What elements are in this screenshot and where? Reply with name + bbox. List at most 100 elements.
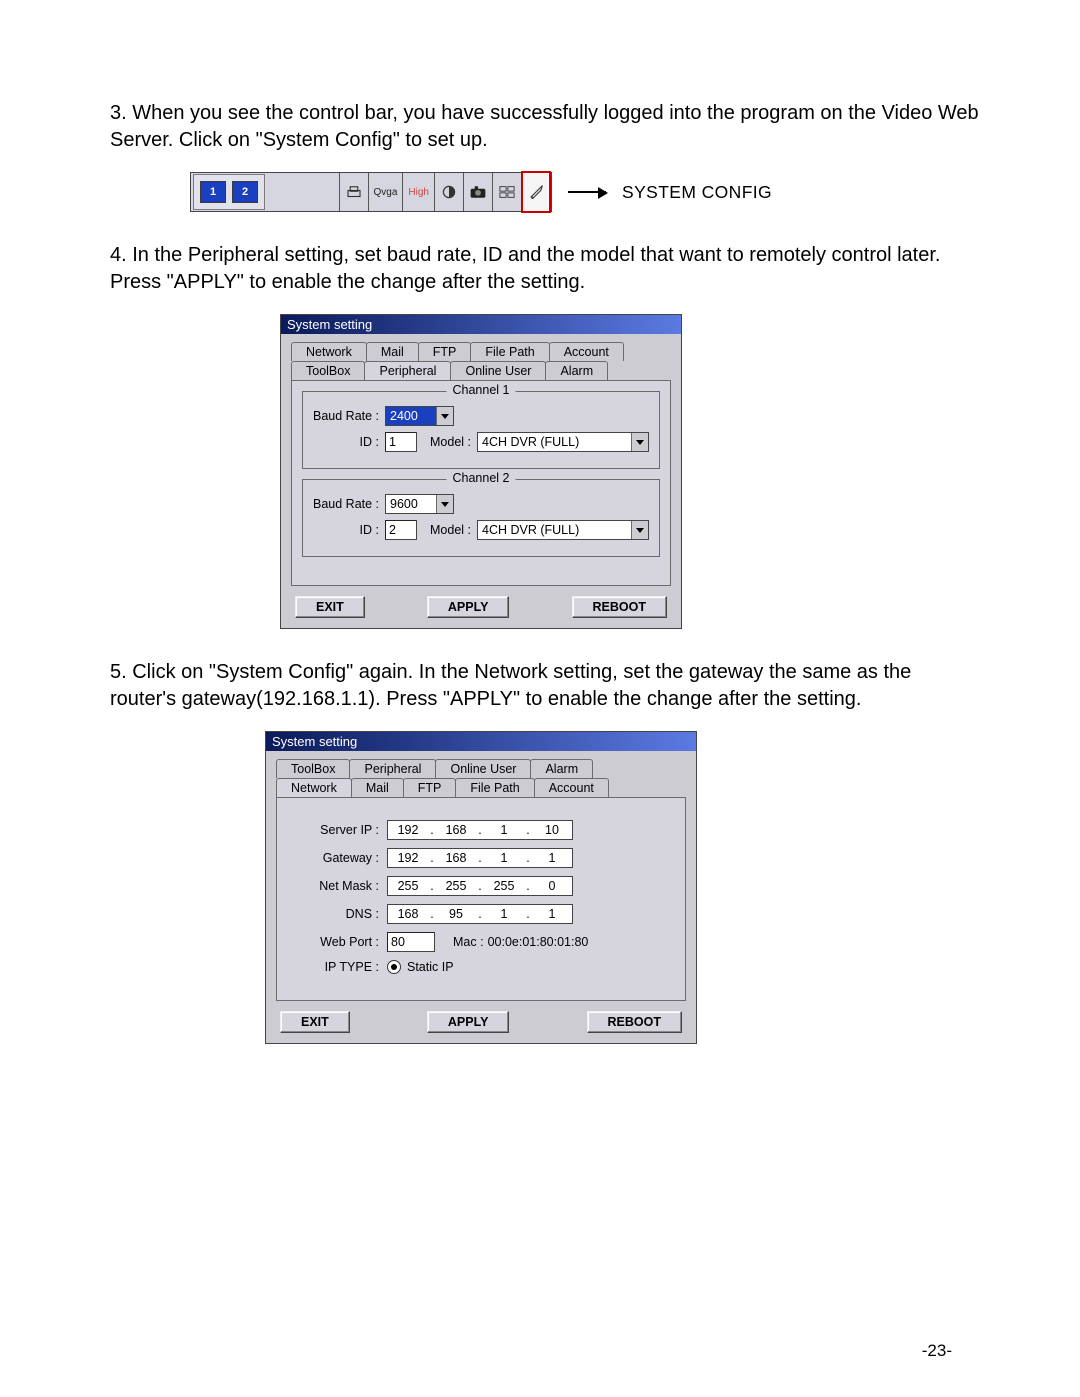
monitor-buttons-group: 1 2: [193, 174, 265, 210]
ch1-id-label: ID :: [313, 435, 379, 449]
camera-icon[interactable]: [463, 173, 492, 211]
ch1-baud-select[interactable]: 2400: [385, 406, 454, 426]
tab-toolbox[interactable]: ToolBox: [291, 361, 365, 380]
reboot-button[interactable]: REBOOT: [572, 596, 667, 618]
ch1-model-value: 4CH DVR (FULL): [478, 433, 631, 451]
tab-onlineuser[interactable]: Online User: [450, 361, 546, 380]
ip-seg[interactable]: 0: [532, 877, 572, 895]
ip-seg[interactable]: 1: [484, 849, 524, 867]
tab-alarm[interactable]: Alarm: [545, 361, 608, 380]
chevron-down-icon[interactable]: [436, 407, 453, 425]
control-bar-figure: 1 2 Qvga High: [190, 172, 980, 212]
system-config-icon[interactable]: [521, 171, 551, 213]
exit-button[interactable]: EXIT: [295, 596, 365, 618]
tab-toolbox[interactable]: ToolBox: [276, 759, 350, 778]
peripheral-dialog: System setting Network Mail FTP File Pat…: [280, 314, 682, 629]
tab-filepath[interactable]: File Path: [470, 342, 549, 361]
ip-seg[interactable]: 168: [436, 849, 476, 867]
exit-button[interactable]: EXIT: [280, 1011, 350, 1033]
monitor-2-icon[interactable]: 2: [232, 181, 258, 203]
ip-seg[interactable]: 1: [484, 821, 524, 839]
page-number: -23-: [922, 1341, 952, 1361]
webport-input[interactable]: [387, 932, 435, 952]
mac-label: Mac :: [453, 935, 484, 949]
tab-filepath[interactable]: File Path: [455, 778, 534, 797]
channel1-legend: Channel 1: [447, 383, 516, 397]
chevron-down-icon[interactable]: [631, 521, 648, 539]
ip-seg[interactable]: 192: [388, 821, 428, 839]
tab-peripheral[interactable]: Peripheral: [349, 759, 436, 778]
iptype-radio[interactable]: [387, 960, 401, 974]
apply-button[interactable]: APPLY: [427, 1011, 510, 1033]
ch1-baud-value: 2400: [386, 407, 436, 425]
ip-seg[interactable]: 10: [532, 821, 572, 839]
channel1-fieldset: Channel 1 Baud Rate : 2400 ID : Model :: [302, 391, 660, 469]
gateway-label: Gateway :: [293, 851, 387, 865]
tab-ftp[interactable]: FTP: [418, 342, 472, 361]
ch2-id-input[interactable]: [385, 520, 417, 540]
step-4-text: 4. In the Peripheral setting, set baud r…: [110, 242, 980, 296]
chevron-down-icon[interactable]: [631, 433, 648, 451]
dialog-title: System setting: [281, 315, 681, 334]
dns-label: DNS :: [293, 907, 387, 921]
channel2-fieldset: Channel 2 Baud Rate : 9600 ID : Model :: [302, 479, 660, 557]
ip-seg[interactable]: 1: [484, 905, 524, 923]
control-bar: 1 2 Qvga High: [190, 172, 552, 212]
system-config-label: SYSTEM CONFIG: [622, 182, 772, 203]
ip-seg[interactable]: 95: [436, 905, 476, 923]
arrow-icon: [568, 191, 606, 193]
tab-account[interactable]: Account: [534, 778, 609, 797]
ch2-baud-select[interactable]: 9600: [385, 494, 454, 514]
ip-seg[interactable]: 192: [388, 849, 428, 867]
tab-mail[interactable]: Mail: [351, 778, 404, 797]
tab-mail[interactable]: Mail: [366, 342, 419, 361]
iptype-label: IP TYPE :: [293, 960, 387, 974]
tab-account[interactable]: Account: [549, 342, 624, 361]
ch2-model-select[interactable]: 4CH DVR (FULL): [477, 520, 649, 540]
chevron-down-icon[interactable]: [436, 495, 453, 513]
webport-label: Web Port :: [293, 935, 387, 949]
apply-button[interactable]: APPLY: [427, 596, 510, 618]
ch2-baud-value: 9600: [386, 495, 436, 513]
high-button[interactable]: High: [402, 173, 434, 211]
printer-icon[interactable]: [339, 173, 368, 211]
ip-seg[interactable]: 255: [484, 877, 524, 895]
gateway-input[interactable]: 192. 168. 1. 1: [387, 848, 573, 868]
channel2-legend: Channel 2: [447, 471, 516, 485]
ip-seg[interactable]: 1: [532, 905, 572, 923]
ch1-id-input[interactable]: [385, 432, 417, 452]
monitor-1-icon[interactable]: 1: [200, 181, 226, 203]
dns-input[interactable]: 168. 95. 1. 1: [387, 904, 573, 924]
ch2-id-label: ID :: [313, 523, 379, 537]
ip-seg[interactable]: 1: [532, 849, 572, 867]
tab-alarm[interactable]: Alarm: [530, 759, 593, 778]
serverip-input[interactable]: 192. 168. 1. 10: [387, 820, 573, 840]
tab-onlineuser[interactable]: Online User: [435, 759, 531, 778]
ch2-model-label: Model :: [423, 523, 471, 537]
mac-value: 00:0e:01:80:01:80: [488, 935, 589, 949]
netmask-input[interactable]: 255. 255. 255. 0: [387, 876, 573, 896]
qvga-button[interactable]: Qvga: [368, 173, 403, 211]
iptype-value: Static IP: [407, 960, 454, 974]
tab-network[interactable]: Network: [291, 342, 367, 361]
step-5-text: 5. Click on "System Config" again. In th…: [110, 659, 980, 713]
ch1-model-label: Model :: [423, 435, 471, 449]
serverip-label: Server IP :: [293, 823, 387, 837]
ch2-model-value: 4CH DVR (FULL): [478, 521, 631, 539]
reboot-button[interactable]: REBOOT: [587, 1011, 682, 1033]
ip-seg[interactable]: 168: [388, 905, 428, 923]
tab-peripheral[interactable]: Peripheral: [364, 361, 451, 380]
dialog-title: System setting: [266, 732, 696, 751]
grid-icon[interactable]: [492, 173, 521, 211]
ch1-baud-label: Baud Rate :: [313, 409, 379, 423]
ch1-model-select[interactable]: 4CH DVR (FULL): [477, 432, 649, 452]
step-3-text: 3. When you see the control bar, you hav…: [110, 100, 980, 154]
netmask-label: Net Mask :: [293, 879, 387, 893]
ip-seg[interactable]: 255: [436, 877, 476, 895]
contrast-icon[interactable]: [434, 173, 463, 211]
ip-seg[interactable]: 168: [436, 821, 476, 839]
tab-ftp[interactable]: FTP: [403, 778, 457, 797]
ch2-baud-label: Baud Rate :: [313, 497, 379, 511]
ip-seg[interactable]: 255: [388, 877, 428, 895]
tab-network[interactable]: Network: [276, 778, 352, 797]
